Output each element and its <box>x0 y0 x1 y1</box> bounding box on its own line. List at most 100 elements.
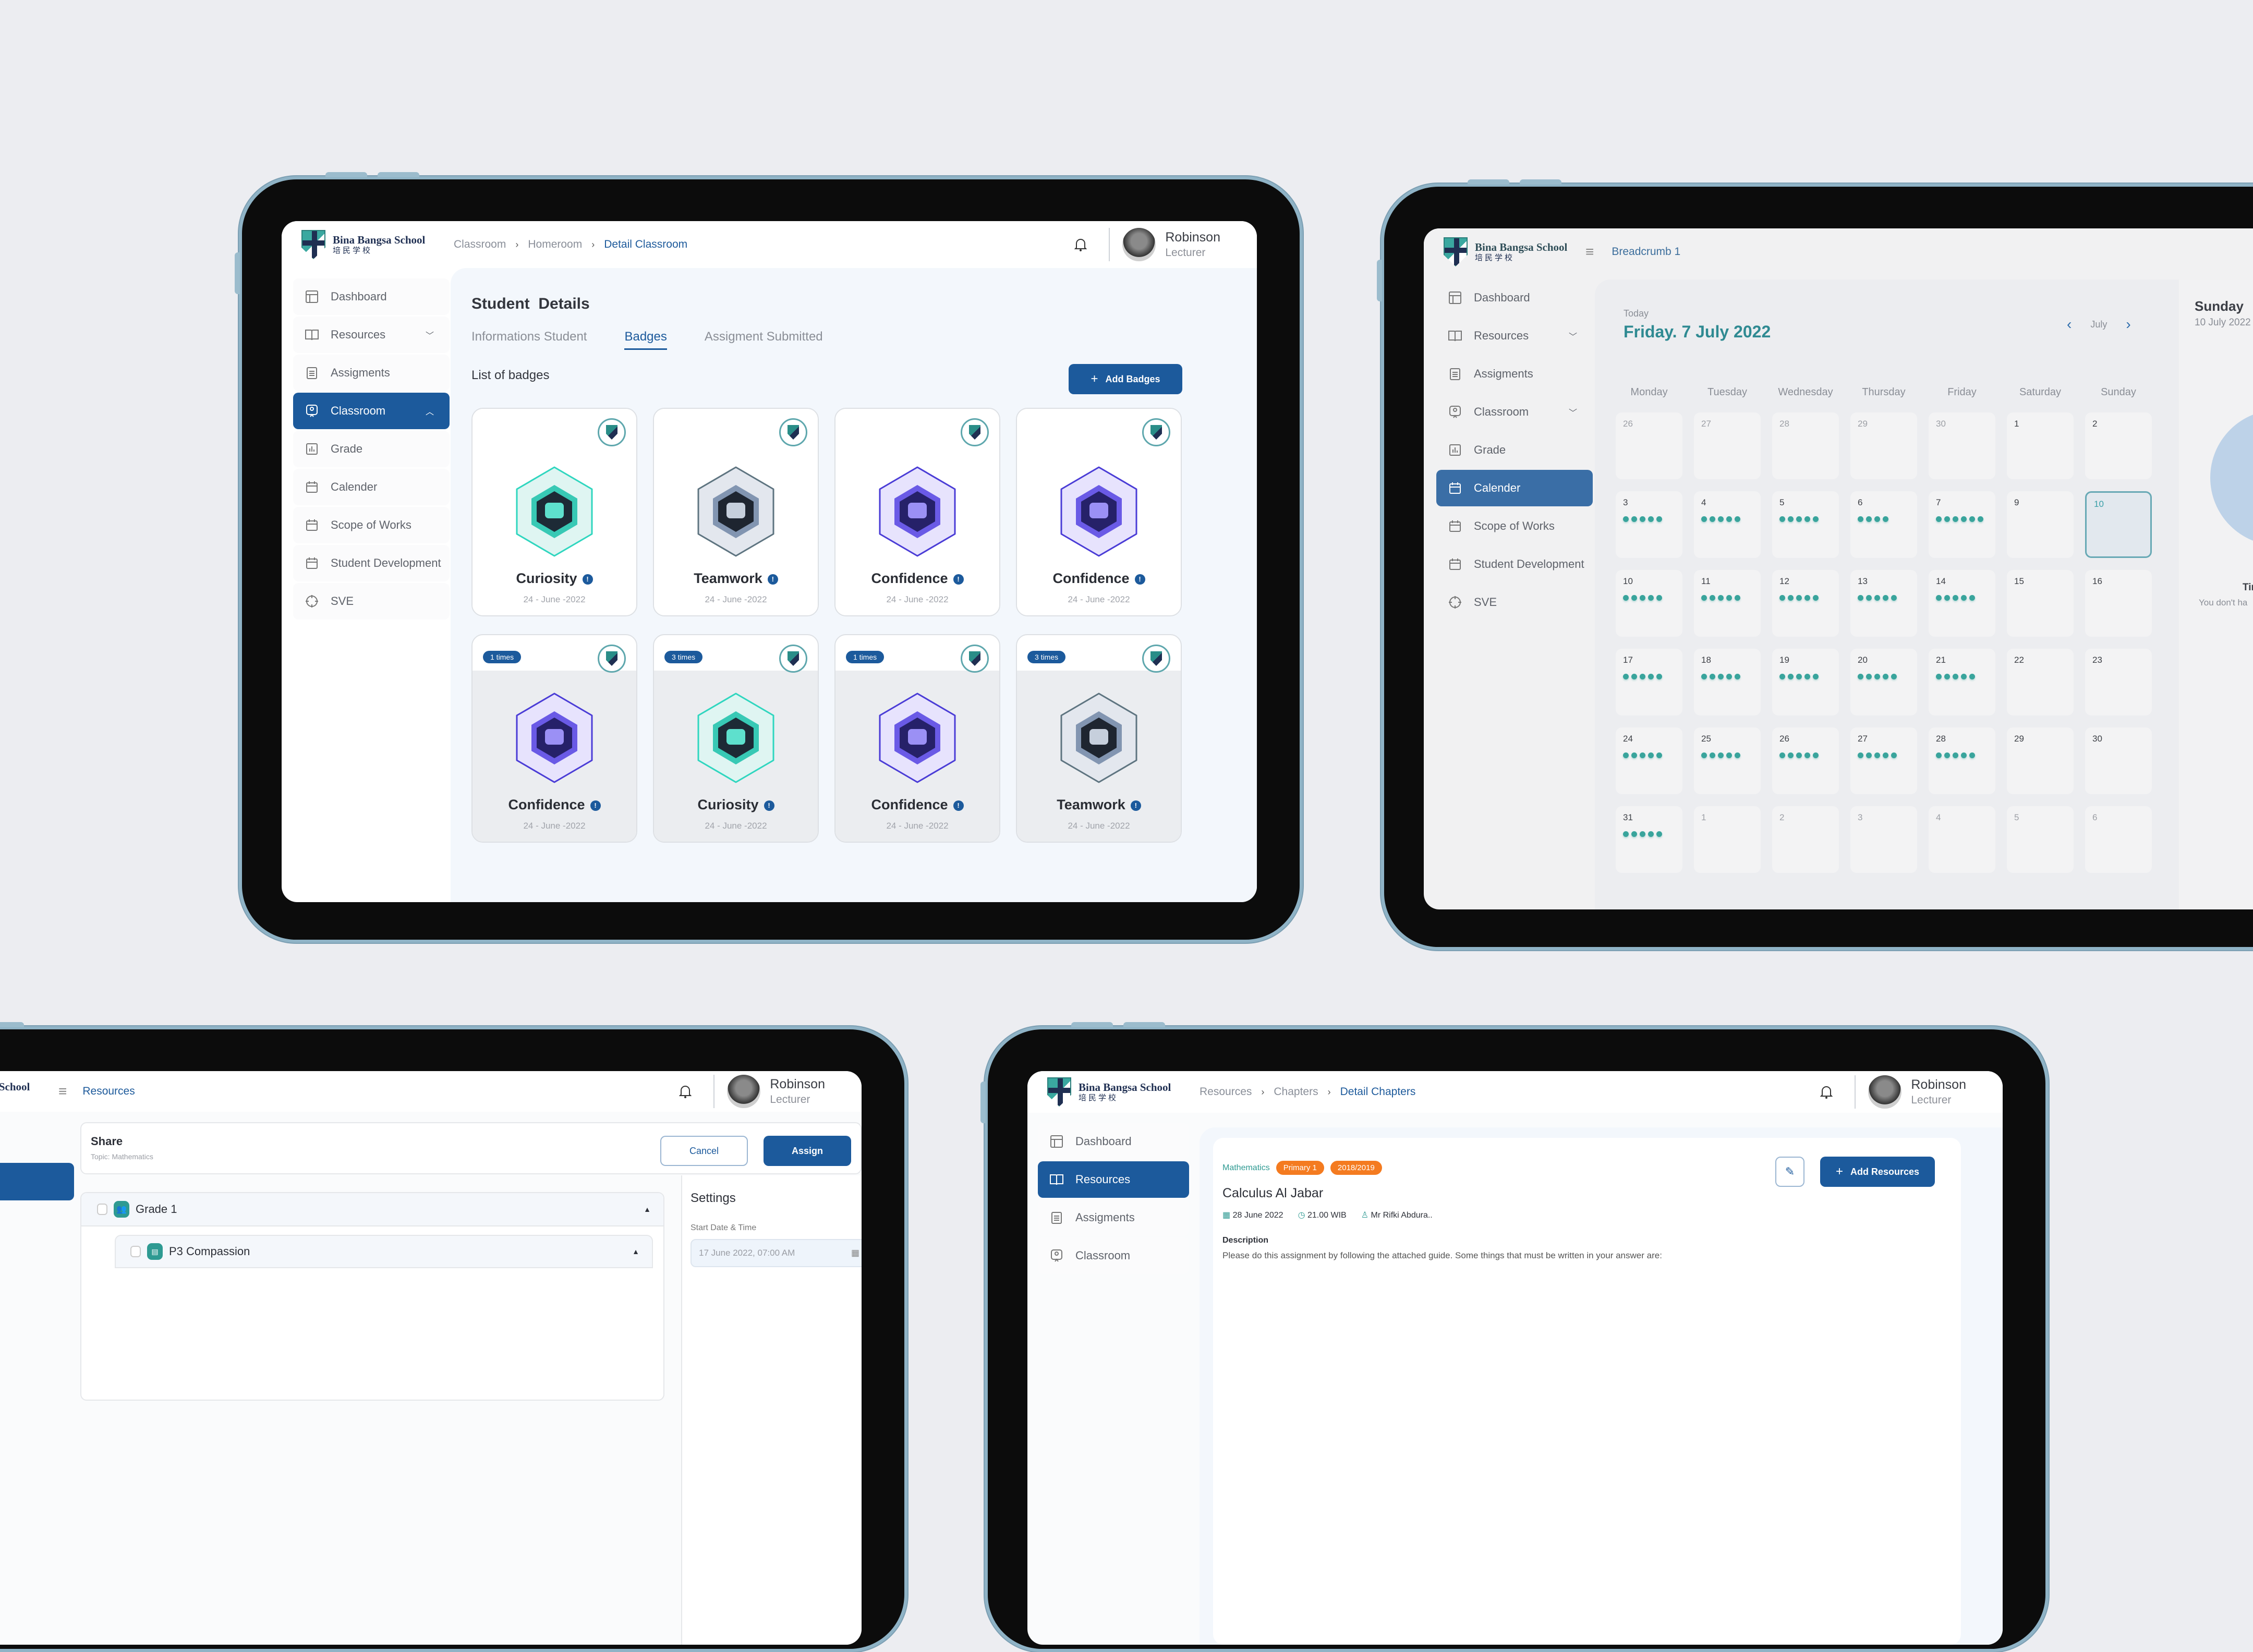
tab-informations-student[interactable]: Informations Student <box>471 330 587 350</box>
bell-icon[interactable] <box>1816 1082 1837 1102</box>
calendar-day[interactable]: 1 <box>2007 412 2074 479</box>
calendar-day[interactable]: 2 <box>2085 412 2152 479</box>
badge-card[interactable]: 1 timesConfidence!24 - June -2022 <box>834 634 1000 843</box>
sidebar-item-assigments[interactable]: Assigments <box>1436 356 1593 392</box>
calendar-day[interactable]: 22 <box>2007 649 2074 715</box>
sidebar-item-student-development[interactable]: Student Development <box>293 545 450 581</box>
avatar[interactable] <box>1868 1075 1902 1109</box>
chevron-down-icon[interactable]: ﹀ <box>1569 330 1577 342</box>
calendar-day[interactable]: 28 <box>1929 727 1995 794</box>
sidebar-item-grade[interactable]: Grade <box>293 431 450 467</box>
chevron-right-icon[interactable]: › <box>2126 316 2130 333</box>
info-icon[interactable]: ! <box>1134 574 1145 585</box>
tab-badges[interactable]: Badges <box>624 330 667 350</box>
calendar-day[interactable]: 12 <box>1772 570 1839 637</box>
menu-icon[interactable]: ≡ <box>58 1083 67 1100</box>
calendar-day[interactable]: 27 <box>1850 727 1917 794</box>
group-row[interactable]: ▤ P3 Compassion ▲ <box>115 1235 653 1268</box>
calendar-day[interactable]: 31 <box>1616 806 1682 873</box>
start-date-field[interactable]: 17 June 2022, 07:00 AM ▦ <box>691 1239 862 1267</box>
calendar-day[interactable]: 4 <box>1694 491 1761 558</box>
calendar-day[interactable]: 5 <box>2007 806 2074 873</box>
chevron-down-icon[interactable]: ﹀ <box>1569 406 1577 418</box>
calendar-day[interactable]: 9 <box>2007 491 2074 558</box>
add-badges-button[interactable]: + Add Badges <box>1069 364 1182 394</box>
info-icon[interactable]: ! <box>953 574 964 585</box>
sidebar-item-dashboard[interactable]: Dashboard <box>1436 280 1593 316</box>
sidebar-item-grade[interactable]: Grade <box>1436 432 1593 468</box>
calendar-day[interactable]: 29 <box>1850 412 1917 479</box>
badge-card[interactable]: 1 timesConfidence!24 - June -2022 <box>471 634 637 843</box>
calendar-day[interactable]: 3 <box>1850 806 1917 873</box>
calendar-day[interactable]: 10 <box>1616 570 1682 637</box>
calendar-day[interactable]: 21 <box>1929 649 1995 715</box>
breadcrumb-item[interactable]: Classroom <box>454 238 506 251</box>
bell-icon[interactable] <box>675 1081 696 1102</box>
calendar-day[interactable]: 20 <box>1850 649 1917 715</box>
calendar-day[interactable]: 10 <box>2085 491 2152 558</box>
calendar-day[interactable]: 5 <box>1772 491 1839 558</box>
calendar-day[interactable]: 15 <box>2007 570 2074 637</box>
calendar-day[interactable]: 1 <box>1694 806 1761 873</box>
badge-card[interactable]: 1 timesConfidence!24 - June -2022 <box>834 408 1000 616</box>
chevron-down-icon[interactable]: ﹀ <box>426 329 434 341</box>
sidebar-item-assigments[interactable]: Assigments <box>1038 1199 1189 1236</box>
info-icon[interactable]: ! <box>953 800 964 811</box>
sidebar-item-student-development[interactable]: Student Development <box>1436 546 1593 582</box>
edit-button[interactable]: ✎ <box>1775 1157 1804 1187</box>
calendar-day[interactable]: 2 <box>1772 806 1839 873</box>
sidebar-item-calender[interactable]: Calender <box>293 469 450 505</box>
info-icon[interactable]: ! <box>1130 800 1141 811</box>
sidebar-item-sve[interactable]: SVE <box>1436 584 1593 621</box>
breadcrumb-item[interactable]: Homeroom <box>528 238 582 251</box>
sidebar-item-classroom[interactable]: Classroom ﹀ <box>1436 394 1593 430</box>
calendar-day[interactable]: 4 <box>1929 806 1995 873</box>
add-resources-button[interactable]: + Add Resources <box>1820 1157 1935 1187</box>
info-icon[interactable]: ! <box>764 800 774 811</box>
caret-up-icon[interactable]: ▲ <box>632 1247 639 1256</box>
cancel-button[interactable]: Cancel <box>660 1136 748 1166</box>
badge-card[interactable]: 1 timesConfidence!24 - June -2022 <box>1016 408 1182 616</box>
info-icon[interactable]: ! <box>582 574 593 585</box>
calendar-day[interactable]: 6 <box>2085 806 2152 873</box>
sidebar-item-resources[interactable]: Resources ﹀ <box>293 317 450 353</box>
calendar-day[interactable]: 13 <box>1850 570 1917 637</box>
calendar-day[interactable]: 26 <box>1616 412 1682 479</box>
group-row[interactable]: 👥 Grade 1 ▲ <box>81 1193 663 1226</box>
badge-card[interactable]: 3 timesTeamwork!24 - June -2022 <box>1016 634 1182 843</box>
sidebar-item-classroom[interactable]: Classroom <box>1038 1237 1189 1274</box>
badge-card[interactable]: 3 timesCuriosity!24 - June -2022 <box>471 408 637 616</box>
calendar-day[interactable]: 29 <box>2007 727 2074 794</box>
checkbox[interactable] <box>130 1246 141 1257</box>
calendar-day[interactable]: 7 <box>1929 491 1995 558</box>
bell-icon[interactable] <box>1070 234 1091 255</box>
menu-icon[interactable]: ≡ <box>1585 244 1594 260</box>
sidebar-item-dashboard[interactable]: Dashboard <box>293 278 450 315</box>
info-icon[interactable]: ! <box>767 574 778 585</box>
badge-card[interactable]: 3 timesTeamwork!24 - June -2022 <box>653 408 819 616</box>
calendar-day[interactable]: 30 <box>1929 412 1995 479</box>
chevron-left-icon[interactable]: ‹ <box>2067 316 2072 333</box>
calendar-day[interactable]: 14 <box>1929 570 1995 637</box>
sidebar-item-sve[interactable]: SVE <box>293 583 450 620</box>
calendar-day[interactable]: 18 <box>1694 649 1761 715</box>
calendar-day[interactable]: 26 <box>1772 727 1839 794</box>
avatar[interactable] <box>727 1075 761 1108</box>
avatar[interactable] <box>1122 228 1156 261</box>
calendar-day[interactable]: 16 <box>2085 570 2152 637</box>
sidebar-item-resources[interactable]: Resources ﹀ <box>1436 318 1593 354</box>
sidebar-item-active[interactable] <box>0 1163 74 1200</box>
checkbox[interactable] <box>97 1204 107 1215</box>
calendar-day[interactable]: 17 <box>1616 649 1682 715</box>
chevron-up-icon[interactable]: ︿ <box>426 405 434 417</box>
sidebar-item-dashboard[interactable]: Dashboard <box>1038 1123 1189 1160</box>
tab-assigment-submitted[interactable]: Assigment Submitted <box>705 330 823 350</box>
sidebar-item-resources[interactable]: Resources <box>1038 1161 1189 1198</box>
assign-button[interactable]: Assign <box>764 1136 851 1166</box>
calendar-day[interactable]: 6 <box>1850 491 1917 558</box>
sidebar-item-scope-of-works[interactable]: Scope of Works <box>1436 508 1593 544</box>
calendar-day[interactable]: 23 <box>2085 649 2152 715</box>
info-icon[interactable]: ! <box>590 800 601 811</box>
sidebar-item-classroom[interactable]: Classroom ︿ <box>293 393 450 429</box>
badge-card[interactable]: 3 timesCuriosity!24 - June -2022 <box>653 634 819 843</box>
